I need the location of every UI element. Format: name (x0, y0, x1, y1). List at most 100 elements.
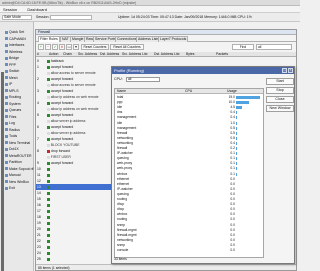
profile-row[interactable]: idle 4.5 (115, 105, 263, 110)
profile-row[interactable]: management 0.5 (115, 126, 263, 131)
col-usage[interactable]: Usage (227, 89, 237, 94)
profile-row[interactable]: winbox 0.0 (115, 212, 263, 217)
sidebar-item[interactable]: Mesh (5, 76, 18, 81)
col-chain[interactable]: Chain (63, 52, 72, 57)
profile-row[interactable]: routing 0.0 (115, 197, 263, 202)
menu-item-session[interactable]: Session (3, 7, 17, 12)
reset-counters-button[interactable]: Reset Counters (81, 44, 109, 50)
profile-row[interactable]: ppp 10.0 (115, 100, 263, 105)
start-button[interactable]: Start (266, 78, 294, 85)
enable-icon[interactable]: ✓ (52, 44, 58, 50)
sidebar-item[interactable]: Quick Set (5, 30, 24, 35)
profile-row[interactable]: IP-watcher 0.1 (115, 151, 263, 156)
chain-select[interactable]: all (256, 44, 292, 50)
reset-all-counters-button[interactable]: Reset All Counters (110, 44, 144, 50)
sidebar-item[interactable]: IP (5, 82, 12, 87)
process-usage: 4.5 (230, 105, 235, 110)
sidebar-item[interactable]: System (5, 102, 21, 107)
rule-comment: ;;; allow ip address on web remote (47, 95, 99, 99)
safe-mode-button[interactable]: Safe Mode (2, 15, 32, 20)
filter-icon[interactable]: ▼ (73, 44, 79, 50)
sidebar-item[interactable]: Partition (5, 160, 22, 165)
col-dst-address-list[interactable]: Dst. Address List (154, 52, 179, 57)
profile-row[interactable]: queuing 0.0 (115, 192, 263, 197)
profile-row[interactable]: firewall 0.2 (115, 146, 263, 151)
close-button[interactable]: Close (266, 96, 294, 103)
tab-filter-rules[interactable]: Filter Rules (38, 36, 60, 42)
col-dst-address[interactable]: Dst. Address (100, 52, 119, 57)
menu-item-icon (5, 121, 8, 125)
col-name[interactable]: Name (117, 89, 126, 94)
comment-icon[interactable]: ▭ (66, 44, 72, 50)
col-src-address[interactable]: Src. Address (78, 52, 97, 57)
profile-row[interactable]: IP-watcher 0.0 (115, 187, 263, 192)
profile-row[interactable]: total 19.0 (115, 95, 263, 100)
profile-row[interactable]: ethernet 0.0 (115, 182, 263, 187)
profile-row[interactable]: winbox 0.1 (115, 172, 263, 177)
disable-icon[interactable]: ✕ (59, 44, 65, 50)
profile-row[interactable]: networking 0.4 (115, 141, 263, 146)
profile-row[interactable]: dns 0.4 (115, 110, 263, 115)
sidebar-item[interactable]: New Terminal (5, 141, 30, 146)
sidebar-item[interactable]: New WinBox (5, 180, 29, 185)
profile-row[interactable]: web-proxy 0.1 (115, 166, 263, 171)
col-packets[interactable]: Packets (216, 52, 228, 57)
profile-row[interactable]: console 0.0 (115, 248, 263, 253)
remove-icon[interactable]: − (45, 44, 51, 50)
sidebar-item[interactable]: Queues (5, 108, 21, 113)
profile-row[interactable]: networking 0.0 (115, 238, 263, 243)
process-name: routing (117, 197, 128, 201)
sidebar-item[interactable]: MetaROUTER (5, 154, 32, 159)
profile-row[interactable]: idle 1.0 (115, 121, 263, 126)
new-window-button[interactable]: New Window (266, 105, 294, 112)
sidebar-item[interactable]: Dot1X (5, 147, 19, 152)
sidebar-item[interactable]: Log (5, 121, 15, 126)
profile-row[interactable]: networking 0.5 (115, 136, 263, 141)
profile-row[interactable]: snmp 0.0 (115, 223, 263, 228)
sidebar-item[interactable]: Switch (5, 69, 19, 74)
sidebar-item[interactable]: Wireless (5, 50, 22, 55)
col-bytes[interactable]: Bytes (186, 52, 194, 57)
sidebar-item[interactable]: Interfaces (5, 43, 24, 48)
profile-row[interactable]: firewall-mgmt 0.0 (115, 233, 263, 238)
sidebar-item-label: MetaROUTER (9, 153, 32, 158)
sidebar-item[interactable]: MPLS (5, 89, 19, 94)
profile-row[interactable]: management 0.4 (115, 115, 263, 120)
profile-row[interactable]: queuing 0.1 (115, 156, 263, 161)
menu-item-dashboard[interactable]: Dashboard (27, 7, 47, 12)
maximize-icon[interactable]: □ (282, 68, 287, 73)
sidebar-item[interactable]: Files (5, 115, 16, 120)
profile-row[interactable]: ethernet 0.0 (115, 177, 263, 182)
sidebar-item[interactable]: Manual (5, 173, 20, 178)
sidebar-item[interactable]: CAPsMAN (5, 37, 26, 42)
profile-row[interactable]: routing 0.0 (115, 217, 263, 222)
cpu-select[interactable]: all (126, 77, 160, 82)
col-action[interactable]: Action (49, 52, 58, 57)
tab-connections[interactable]: Connections (115, 36, 139, 42)
stop-button[interactable]: Stop (266, 87, 294, 94)
sidebar-item[interactable]: Bridge (5, 56, 19, 61)
sidebar-item[interactable]: PPP (5, 63, 16, 68)
accept-icon (47, 257, 50, 261)
sidebar-item[interactable]: Exit (5, 186, 15, 191)
find-input[interactable]: Find (232, 44, 254, 50)
profile-row[interactable]: firewall 0.5 (115, 131, 263, 136)
rule-action: accept forward (51, 77, 74, 81)
profile-row[interactable]: dhcp 0.0 (115, 202, 263, 207)
sidebar-item[interactable]: Radius (5, 128, 20, 133)
sidebar-item[interactable]: Tools (5, 134, 17, 139)
sidebar-item[interactable]: Make Supout.rif (5, 167, 34, 172)
profile-row[interactable]: web-proxy 0.1 (115, 161, 263, 166)
profile-row[interactable]: dhcp 0.0 (115, 207, 263, 212)
profile-row[interactable]: snmp 0.0 (115, 243, 263, 248)
profile-row[interactable]: firewall-mgmt 0.0 (115, 228, 263, 233)
process-usage: 0.1 (230, 151, 235, 156)
close-icon[interactable]: × (288, 68, 293, 73)
sidebar-item[interactable]: Routing (5, 95, 21, 100)
session-field[interactable] (50, 15, 92, 20)
col-number[interactable]: # (37, 52, 39, 57)
col-cpu[interactable]: CPU (185, 89, 192, 94)
col-src-address-list[interactable]: Src. Address List (122, 52, 147, 57)
tab-layer7[interactable]: Layer7 Protocols (158, 36, 189, 42)
add-icon[interactable]: + (38, 44, 44, 50)
